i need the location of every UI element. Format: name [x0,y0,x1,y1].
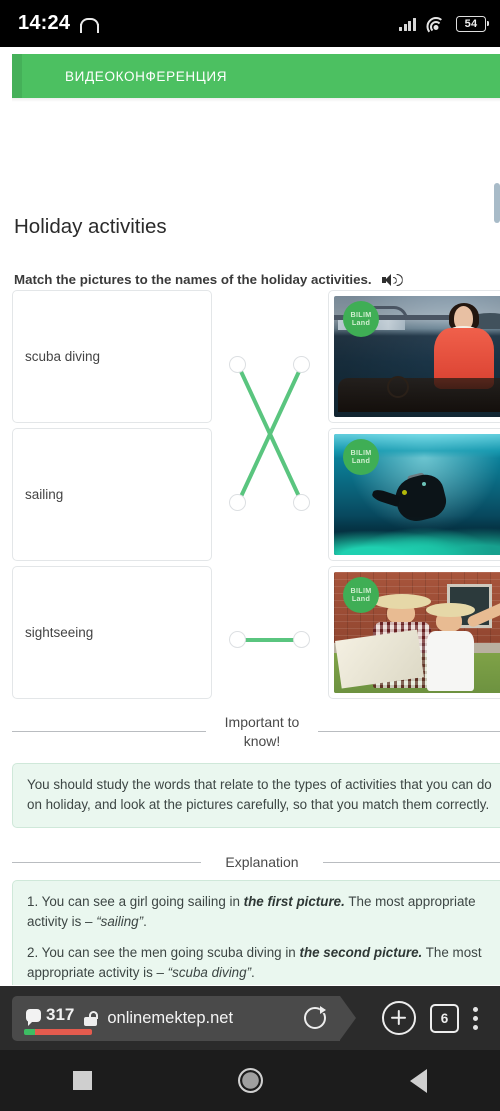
android-nav-bar [0,1050,500,1111]
explanation-quote: “sailing” [96,914,144,930]
headphone-icon [79,16,100,33]
bilim-land-logo: BILIM Land [343,577,379,613]
logo-line-2: Land [351,594,371,603]
connector-node-right-1[interactable] [293,356,310,373]
picture-card-sightseeing[interactable]: BILIM Land [328,566,500,699]
connector-node-left-2[interactable] [229,494,246,511]
explanation-item-1: 1. You can see a girl going sailing in t… [27,892,497,932]
page-title: Holiday activities [14,215,167,238]
resource-load-bar [24,1028,92,1035]
connector-node-right-2[interactable] [293,494,310,511]
address-bar[interactable]: 317 onlinemektep.net [12,995,356,1041]
bilim-land-logo: BILIM Land [343,301,379,337]
tab-count-button[interactable]: 6 [430,1003,459,1033]
word-label: scuba diving [25,349,101,364]
explanation-bold: the first picture. [243,894,345,909]
sightseeing-photo: BILIM Land [334,572,500,693]
url-text[interactable]: onlinemektep.net [107,1009,294,1028]
picture-card-sailing[interactable]: BILIM Land [328,290,500,423]
instruction-text: Match the pictures to the names of the h… [14,272,372,287]
status-bar-right: 54 [399,15,489,32]
explanation-lead: 1. You can see a girl going sailing in [27,894,244,909]
status-time: 14:24 [18,12,71,34]
explanation-tail: . [143,914,147,930]
connector-node-right-3[interactable] [293,631,310,648]
status-bar-left: 14:24 [18,12,100,35]
chat-bubble-icon [26,1008,41,1026]
important-section-header: Important to know! [12,713,500,751]
page-scrollbar[interactable] [494,183,500,223]
reload-icon[interactable] [304,1006,326,1029]
connector-node-left-3[interactable] [229,631,246,648]
kebab-menu-icon[interactable] [473,1006,478,1030]
web-content: ВИДЕОКОНФЕРЕНЦИЯ Holiday activities Matc… [0,47,500,985]
connector-node-left-1[interactable] [229,356,246,373]
banner-shadow [12,98,500,102]
word-label: sightseeing [25,625,94,640]
divider-left [12,731,206,733]
explanation-quote: “scuba diving” [167,965,252,981]
tab-count-label: 6 [440,1010,449,1026]
important-heading: Important to know! [224,714,300,749]
sailing-photo: BILIM Land [334,296,500,417]
bilim-land-logo: BILIM Land [343,439,379,475]
plus-circle-icon[interactable] [382,1001,416,1035]
connector-layer [212,290,328,702]
word-label: sailing [25,487,64,502]
important-body: You should study the words that relate t… [27,777,492,813]
explanation-tail: . [251,965,255,981]
divider-right [318,731,500,733]
videoconference-banner-label: ВИДЕОКОНФЕРЕНЦИЯ [65,68,228,84]
important-box: You should study the words that relate t… [12,763,500,829]
instruction-row: Match the pictures to the names of the h… [14,272,486,287]
word-card-sailing[interactable]: sailing [12,428,212,561]
explanation-bold: the second picture. [299,945,423,961]
explanation-section-header: Explanation [12,853,500,872]
explanation-lead: 2. You can see the men going scuba divin… [27,945,300,961]
logo-line-2: Land [351,318,371,327]
picture-column: BILIM Land BILIM Land BILIM Land [328,290,500,704]
browser-toolbar: 317 onlinemektep.net 6 [0,986,500,1050]
speaker-icon[interactable] [381,273,403,287]
picture-card-scuba-diving[interactable]: BILIM Land [328,428,500,561]
battery-level-label: 54 [464,17,478,30]
cellular-signal-icon [399,17,416,31]
status-bar: 14:24 54 [0,0,500,47]
wifi-icon [426,16,446,31]
home-icon[interactable] [238,1068,264,1093]
browser-actions: 6 [368,1001,488,1035]
logo-line-2: Land [351,456,371,465]
divider-right [323,861,500,863]
word-card-scuba-diving[interactable]: scuba diving [12,290,212,423]
word-card-sightseeing[interactable]: sightseeing [12,566,212,699]
recent-apps-icon[interactable] [73,1071,93,1090]
chat-count-label: 317 [46,1005,75,1024]
battery-icon: 54 [456,15,489,32]
matching-exercise: scuba diving sailing sightseeing BILIM L… [12,290,500,702]
phone-screen: 14:24 54 ВИДЕОКОНФЕРЕНЦИЯ Holiday activi… [0,0,500,1111]
back-icon[interactable] [409,1068,427,1093]
explanation-heading: Explanation [225,854,299,870]
explanation-box: 1. You can see a girl going sailing in t… [12,880,500,985]
videoconference-banner[interactable]: ВИДЕОКОНФЕРЕНЦИЯ [12,54,500,98]
explanation-item-2: 2. You can see the men going scuba divin… [27,943,497,983]
unlocked-padlock-icon[interactable] [84,1010,99,1026]
scuba-photo: BILIM Land [334,434,500,555]
word-column: scuba diving sailing sightseeing [12,290,212,704]
chat-counter[interactable]: 317 [26,1005,74,1031]
divider-left [12,861,201,863]
